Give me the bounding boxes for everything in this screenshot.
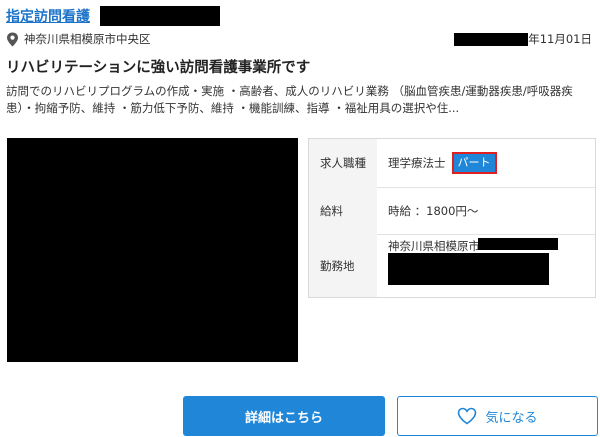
workplace-row: 勤務地 神奈川県相模原市 — [309, 234, 595, 297]
job-details-table: 求人職種 理学療法士 パート 給料 時給 ：1800円～ 勤務地 神奈川県相模原… — [308, 138, 596, 298]
listing-headline: リハビリテーションに強い訪問看護事業所です — [6, 60, 311, 76]
posted-date-text: 年11月01日 — [528, 32, 592, 46]
favorite-label: 気になる — [485, 410, 538, 426]
workplace-value-line: 神奈川県相模原市 — [388, 238, 480, 254]
salary-row: 給料 時給 ：1800円～ — [309, 187, 595, 235]
listing-title-link[interactable]: 指定訪問看護 — [6, 6, 90, 26]
job-type-value-cell: 理学療法士 パート — [388, 139, 595, 187]
job-type-value: 理学療法士 — [388, 156, 446, 170]
map-pin-icon — [7, 32, 18, 46]
workplace-value-cell: 神奈川県相模原市 — [388, 234, 595, 297]
workplace-label: 勤務地 — [309, 234, 377, 297]
view-details-label: 詳細はこちら — [244, 410, 323, 426]
heart-outline-icon — [458, 407, 477, 425]
employment-type-badge: パート — [451, 152, 497, 174]
job-type-label: 求人職種 — [309, 139, 377, 187]
listing-photo — [7, 138, 298, 362]
salary-value-cell: 時給 ：1800円～ — [388, 187, 595, 234]
redacted-title-area — [100, 6, 220, 26]
workplace-value: 神奈川県相模原市 — [388, 239, 480, 253]
location-text: 神奈川県相模原市中央区 — [24, 32, 151, 46]
job-type-row: 求人職種 理学療法士 パート — [309, 139, 595, 188]
salary-value: 時給 ：1800円～ — [388, 203, 479, 218]
salary-label: 給料 — [309, 187, 377, 234]
favorite-button[interactable]: 気になる — [397, 396, 598, 436]
view-details-button[interactable]: 詳細はこちら — [183, 396, 385, 436]
redacted-date-year — [454, 32, 529, 46]
redacted-address-line1 — [478, 238, 558, 250]
posted-date: 年11月01日 — [454, 31, 592, 47]
listing-description: 訪問でのリハビリプログラムの作成・実施 ・高齢者、成人のリハビリ業務 （脳血管疾… — [6, 84, 573, 115]
location-row: 神奈川県相模原市中央区 — [6, 31, 151, 47]
redacted-address-line2 — [388, 253, 549, 285]
